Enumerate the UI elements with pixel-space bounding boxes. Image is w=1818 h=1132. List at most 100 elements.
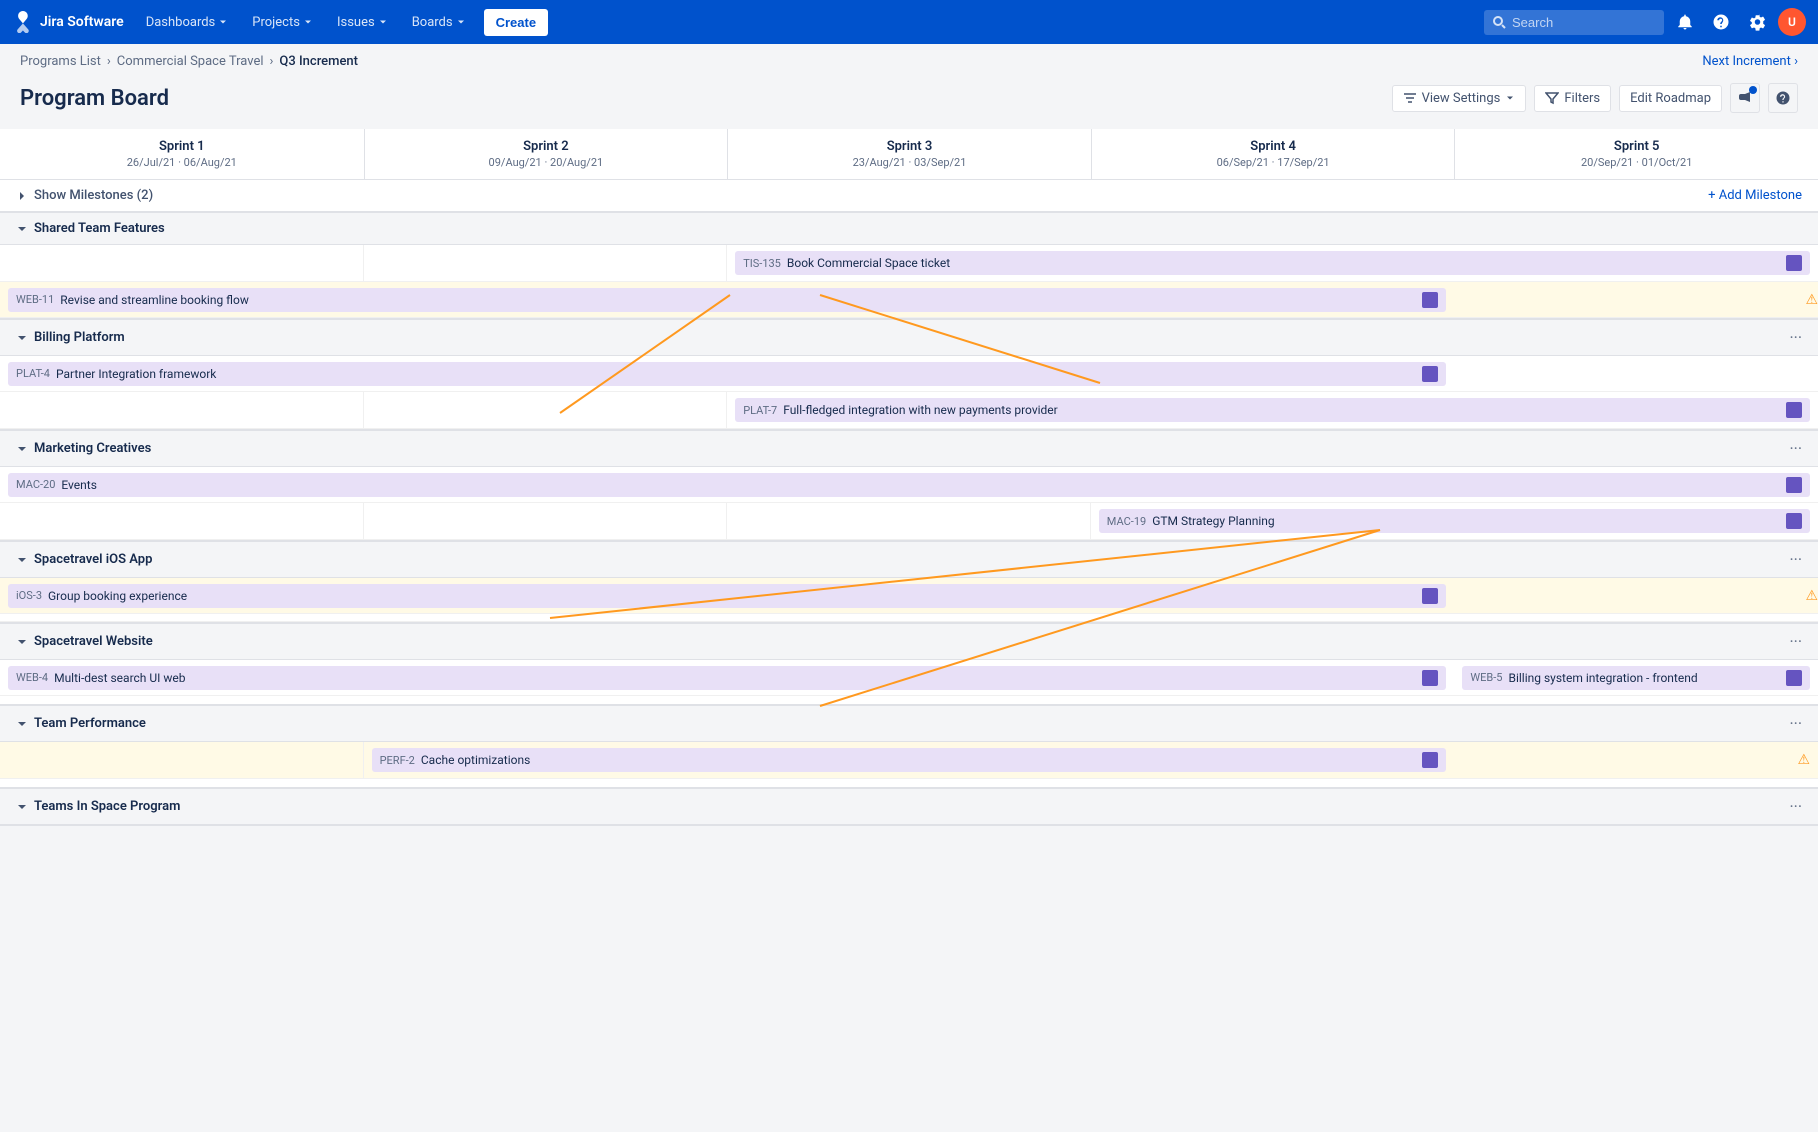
chevron-down-icon xyxy=(16,443,28,455)
breadcrumb-project[interactable]: Commercial Space Travel xyxy=(117,54,264,69)
card-action-mac20[interactable] xyxy=(1786,477,1802,493)
breadcrumb: Programs List › Commercial Space Travel … xyxy=(0,44,1818,79)
team-header-performance[interactable]: Team Performance ··· xyxy=(0,705,1818,742)
feature-card-web5[interactable]: WEB-5 Billing system integration - front… xyxy=(1462,666,1810,690)
team-section-website: Spacetravel Website ··· WEB-4 Multi-dest… xyxy=(0,623,1818,705)
team-name-marketing: Marketing Creatives xyxy=(34,441,151,456)
nav-boards[interactable]: Boards xyxy=(402,9,476,36)
chevron-right-icon xyxy=(16,190,28,202)
feature-card-perf2[interactable]: PERF-2 Cache optimizations xyxy=(372,748,1447,772)
settings-button[interactable] xyxy=(1742,7,1772,37)
sprint-header: Sprint 1 26/Jul/21 · 06/Aug/21 Sprint 2 … xyxy=(0,129,1818,180)
notification-dot xyxy=(1690,9,1698,17)
card-action-plat4[interactable] xyxy=(1422,366,1438,382)
view-settings-icon xyxy=(1403,91,1417,105)
create-button[interactable]: Create xyxy=(484,9,548,36)
edit-roadmap-button[interactable]: Edit Roadmap xyxy=(1619,85,1722,112)
nav-issues[interactable]: Issues xyxy=(327,9,398,36)
chevron-down-icon xyxy=(1505,93,1515,103)
team-header-space-program[interactable]: Teams In Space Program ··· xyxy=(0,788,1818,825)
sprint-3-dates: 23/Aug/21 · 03/Sep/21 xyxy=(744,156,1075,169)
chevron-down-icon xyxy=(16,554,28,566)
nav-projects[interactable]: Projects xyxy=(242,9,323,36)
sprint-4-dates: 06/Sep/21 · 17/Sep/21 xyxy=(1108,156,1439,169)
feature-row-plat4: PLAT-4 Partner Integration framework xyxy=(0,356,1818,392)
card-action-ios3[interactable] xyxy=(1422,588,1438,604)
sprint-col-4: Sprint 4 06/Sep/21 · 17/Sep/21 xyxy=(1091,129,1455,179)
help-button[interactable] xyxy=(1706,7,1736,37)
team-menu-ios[interactable]: ··· xyxy=(1789,550,1802,569)
team-menu-marketing[interactable]: ··· xyxy=(1789,439,1802,458)
chevron-down-icon xyxy=(16,718,28,730)
team-menu-performance[interactable]: ··· xyxy=(1789,714,1802,733)
card-action-tis135[interactable] xyxy=(1786,255,1802,271)
board-container: Sprint 1 26/Jul/21 · 06/Aug/21 Sprint 2 … xyxy=(0,129,1818,826)
user-avatar[interactable]: U xyxy=(1778,8,1806,36)
sprint-4-name: Sprint 4 xyxy=(1108,139,1439,154)
notifications-button[interactable] xyxy=(1670,7,1700,37)
feature-row-perf2: PERF-2 Cache optimizations ⚠ xyxy=(0,742,1818,779)
top-navigation: Jira Software Dashboards Projects Issues… xyxy=(0,0,1818,44)
board-help-button[interactable] xyxy=(1768,83,1798,113)
team-header-ios[interactable]: Spacetravel iOS App ··· xyxy=(0,541,1818,578)
chevron-down-icon xyxy=(16,332,28,344)
feature-card-web11[interactable]: WEB-11 Revise and streamline booking flo… xyxy=(8,288,1446,312)
breadcrumb-programs-list[interactable]: Programs List xyxy=(20,54,101,69)
filter-icon xyxy=(1545,91,1559,105)
add-milestone-button[interactable]: + Add Milestone xyxy=(1708,188,1802,203)
feature-card-plat4[interactable]: PLAT-4 Partner Integration framework xyxy=(8,362,1446,386)
sprint-2-name: Sprint 2 xyxy=(381,139,712,154)
team-menu-space-program[interactable]: ··· xyxy=(1789,797,1802,816)
sprint-5-dates: 20/Sep/21 · 01/Oct/21 xyxy=(1471,156,1802,169)
warning-icon-web11: ⚠ xyxy=(1805,292,1818,308)
feature-card-web4[interactable]: WEB-4 Multi-dest search UI web xyxy=(8,666,1446,690)
team-section-performance: Team Performance ··· PERF-2 Cache optimi… xyxy=(0,705,1818,788)
team-name-space-program: Teams In Space Program xyxy=(34,799,180,814)
sprint-col-1: Sprint 1 26/Jul/21 · 06/Aug/21 xyxy=(0,129,364,179)
team-header-shared[interactable]: Shared Team Features xyxy=(0,212,1818,245)
feature-row-ios3: iOS-3 Group booking experience ⚠ xyxy=(0,578,1818,614)
feature-row-mac19: MAC-19 GTM Strategy Planning xyxy=(0,503,1818,540)
next-increment-link[interactable]: Next Increment › xyxy=(1702,54,1798,69)
sprint-1-name: Sprint 1 xyxy=(16,139,348,154)
sprint-3-name: Sprint 3 xyxy=(744,139,1075,154)
sprint-col-2: Sprint 2 09/Aug/21 · 20/Aug/21 xyxy=(364,129,728,179)
team-menu-website[interactable]: ··· xyxy=(1789,632,1802,651)
nav-dashboards[interactable]: Dashboards xyxy=(136,9,239,36)
team-section-space-program: Teams In Space Program ··· xyxy=(0,788,1818,826)
card-action-web11[interactable] xyxy=(1422,292,1438,308)
card-action-web5[interactable] xyxy=(1786,670,1802,686)
team-section-shared: Shared Team Features TIS-135 Book Commer… xyxy=(0,212,1818,319)
sprint-1-dates: 26/Jul/21 · 06/Aug/21 xyxy=(16,156,348,169)
view-settings-button[interactable]: View Settings xyxy=(1392,85,1527,112)
announce-button[interactable] xyxy=(1730,83,1760,113)
card-action-perf2[interactable] xyxy=(1422,752,1438,768)
sprint-col-5: Sprint 5 20/Sep/21 · 01/Oct/21 xyxy=(1454,129,1818,179)
team-menu-billing[interactable]: ··· xyxy=(1789,328,1802,347)
app-logo[interactable]: Jira Software xyxy=(12,11,124,33)
card-action-web4[interactable] xyxy=(1422,670,1438,686)
team-name-ios: Spacetravel iOS App xyxy=(34,552,152,567)
filters-button[interactable]: Filters xyxy=(1534,85,1611,112)
team-name-performance: Team Performance xyxy=(34,716,146,731)
sprint-col-3: Sprint 3 23/Aug/21 · 03/Sep/21 xyxy=(727,129,1091,179)
feature-card-ios3[interactable]: iOS-3 Group booking experience xyxy=(8,584,1446,608)
feature-card-tis135[interactable]: TIS-135 Book Commercial Space ticket xyxy=(735,251,1810,275)
card-action-mac19[interactable] xyxy=(1786,513,1802,529)
feature-card-mac20[interactable]: MAC-20 Events xyxy=(8,473,1810,497)
team-header-marketing[interactable]: Marketing Creatives ··· xyxy=(0,430,1818,467)
feature-card-mac19[interactable]: MAC-19 GTM Strategy Planning xyxy=(1099,509,1810,533)
chevron-down-icon xyxy=(16,801,28,813)
team-section-ios: Spacetravel iOS App ··· iOS-3 Group book… xyxy=(0,541,1818,623)
team-header-billing[interactable]: Billing Platform ··· xyxy=(0,319,1818,356)
milestones-row[interactable]: Show Milestones (2) + Add Milestone xyxy=(0,180,1818,212)
warning-icon-perf2: ⚠ xyxy=(1797,752,1810,768)
search-input[interactable] xyxy=(1484,10,1664,35)
feature-row-web11: WEB-11 Revise and streamline booking flo… xyxy=(0,282,1818,318)
card-action-plat7[interactable] xyxy=(1786,402,1802,418)
feature-row-plat7: PLAT-7 Full-fledged integration with new… xyxy=(0,392,1818,429)
feature-row-mac20: MAC-20 Events xyxy=(0,467,1818,503)
feature-card-plat7[interactable]: PLAT-7 Full-fledged integration with new… xyxy=(735,398,1810,422)
team-header-website[interactable]: Spacetravel Website ··· xyxy=(0,623,1818,660)
sprint-5-name: Sprint 5 xyxy=(1471,139,1802,154)
